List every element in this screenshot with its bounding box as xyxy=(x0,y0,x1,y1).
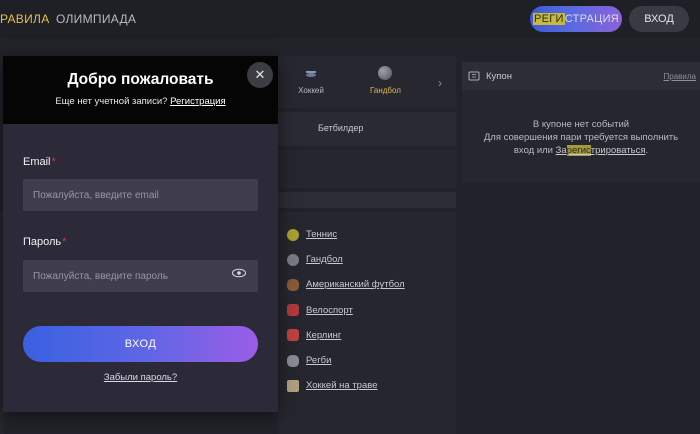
sport-tab-handball[interactable]: Гандбол xyxy=(370,66,401,95)
email-label-text: Email xyxy=(23,156,51,168)
link-highlight: регис xyxy=(566,145,591,156)
sports-strip: Хоккей Гандбол › xyxy=(278,56,456,108)
modal-subtitle: Еще нет учетной записи? Регистрация xyxy=(3,96,278,107)
login-modal: Добро пожаловать Еще нет учетной записи?… xyxy=(3,56,278,412)
link-text: За xyxy=(555,145,567,156)
sport-label: Регби xyxy=(306,355,332,367)
betbuilder-bar: Бетбилдер xyxy=(278,112,456,146)
login-button-top[interactable]: ВХОД xyxy=(629,6,689,32)
nav-olympiad[interactable]: ОЛИМПИАДА xyxy=(56,12,136,26)
link-text: трироваться xyxy=(590,145,646,156)
coupon-rules-link[interactable]: Правила xyxy=(664,72,696,81)
coupon-line: Для совершения пари требуется выполнить xyxy=(483,132,679,143)
required-mark: * xyxy=(51,156,56,168)
top-bar: РАВИЛА ОЛИМПИАДА РЕГИ СТРАЦИЯ ВХОД xyxy=(0,0,700,38)
eye-icon[interactable] xyxy=(231,268,247,278)
content-divider xyxy=(278,192,456,208)
coupon-title: Купон xyxy=(486,71,512,82)
forgot-password-link[interactable]: Забыли пароль? xyxy=(3,372,278,383)
list-item[interactable]: Американский футбол xyxy=(287,272,405,297)
sport-label: Гандбол xyxy=(306,254,343,266)
curling-icon xyxy=(287,329,299,342)
rugby-icon xyxy=(287,354,299,367)
coupon-line-prefix: вход или xyxy=(513,145,556,156)
modal-subtitle-text: Еще нет учетной записи? xyxy=(55,96,168,107)
modal-header: Добро пожаловать Еще нет учетной записи?… xyxy=(3,56,278,124)
content-block xyxy=(278,150,456,188)
modal-title: Добро пожаловать xyxy=(67,71,214,88)
ticket-icon xyxy=(468,71,480,81)
tennis-icon xyxy=(287,228,299,241)
required-mark: * xyxy=(62,236,67,248)
register-label-rest: СТРАЦИЯ xyxy=(564,13,620,25)
coupon-line-suffix: . xyxy=(645,145,649,156)
list-item[interactable]: Регби xyxy=(287,348,405,373)
email-field[interactable] xyxy=(23,179,258,211)
sport-tab-label: Хоккей xyxy=(298,86,324,95)
hockey-icon xyxy=(306,71,316,77)
chevron-right-icon[interactable]: › xyxy=(438,76,442,90)
login-submit-button[interactable]: ВХОД xyxy=(23,326,258,362)
sport-tab-label: Гандбол xyxy=(370,86,401,95)
password-label-text: Пароль xyxy=(23,236,62,248)
password-label: Пароль* xyxy=(23,236,66,248)
coupon-line: В купоне нет событий xyxy=(532,119,630,130)
close-icon[interactable]: ✕ xyxy=(247,62,273,88)
nav-rules[interactable]: РАВИЛА xyxy=(0,12,50,26)
list-item[interactable]: Теннис xyxy=(287,222,405,247)
coupon-register-link[interactable]: Зарегистрироваться xyxy=(555,145,646,156)
cycling-icon xyxy=(287,304,299,317)
list-item[interactable]: Велоспорт xyxy=(287,298,405,323)
field-hockey-icon xyxy=(287,379,299,392)
american-football-icon xyxy=(287,278,299,291)
email-label: Email* xyxy=(23,156,56,168)
list-item[interactable]: Хоккей на траве xyxy=(287,373,405,398)
sport-tab-hockey[interactable]: Хоккей xyxy=(296,66,326,95)
sport-label: Американский футбол xyxy=(306,279,405,291)
handball-icon xyxy=(287,253,299,266)
sport-label: Велоспорт xyxy=(306,304,353,316)
sport-list: Теннис Гандбол Американский футбол Велос… xyxy=(287,222,405,398)
coupon-header: Купон Правила xyxy=(462,62,700,90)
modal-register-link[interactable]: Регистрация xyxy=(170,96,226,107)
sport-label: Керлинг xyxy=(306,329,342,341)
sport-label: Теннис xyxy=(306,229,338,241)
register-button[interactable]: РЕГИ СТРАЦИЯ xyxy=(530,6,622,32)
password-field[interactable] xyxy=(23,260,258,292)
register-label-highlight: РЕГИ xyxy=(532,13,565,25)
list-item[interactable]: Керлинг xyxy=(287,323,405,348)
coupon-empty-message: В купоне нет событий Для совершения пари… xyxy=(462,118,700,157)
coupon-panel: Купон Правила В купоне нет событий Для с… xyxy=(462,62,700,182)
sport-label: Хоккей на траве xyxy=(306,380,378,392)
betbuilder-tab[interactable]: Бетбилдер xyxy=(318,123,363,133)
list-item[interactable]: Гандбол xyxy=(287,247,405,272)
coupon-line: вход или Зарегистрироваться. xyxy=(462,144,700,157)
handball-icon xyxy=(378,66,392,80)
